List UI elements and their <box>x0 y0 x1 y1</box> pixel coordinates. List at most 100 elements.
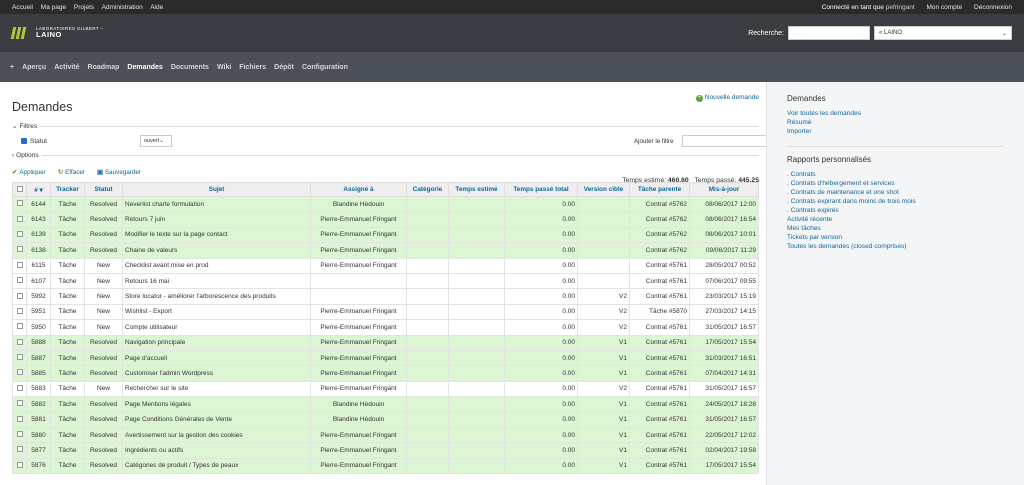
cell-checkbox[interactable] <box>12 257 27 274</box>
sidebar-report-link-3[interactable]: . Contrats expirant dans moins de trois … <box>787 197 1004 206</box>
table-row[interactable]: 5882 Tâche Resolved Page Mentions légales Bl… <box>12 396 759 413</box>
cell-parent[interactable]: Contrat #5761 <box>629 257 690 274</box>
cell-checkbox[interactable] <box>12 442 27 459</box>
cell-parent[interactable]: Contrat #5761 <box>629 319 690 336</box>
sidebar-report-link-8[interactable]: Toutes les demandes (closed comprises) <box>787 242 1004 251</box>
cell-subject[interactable]: Page Conditions Générales de Vente <box>122 411 311 428</box>
row-checkbox[interactable] <box>16 246 23 253</box>
cell-assignee[interactable]: Pierre-Emmanuel Fringant <box>310 349 407 367</box>
table-row[interactable]: 5950 Tâche New Compte utilisateur Pierre-Emm… <box>12 319 759 336</box>
top-link-projects[interactable]: Projets <box>74 4 94 11</box>
cell-subject[interactable]: Rechercher sur le site <box>122 380 311 398</box>
cell-id[interactable]: 5880 <box>26 426 51 444</box>
cell-subject[interactable]: Avertissement sur la gestion des cookies <box>122 426 311 444</box>
cell-parent[interactable]: Contrat #5761 <box>629 272 690 290</box>
cell-assignee[interactable]: Pierre-Emmanuel Fringant <box>310 303 407 321</box>
cell-parent[interactable]: Contrat #5761 <box>629 365 690 382</box>
menu-new-object[interactable]: + <box>10 64 14 71</box>
table-row[interactable]: 5888 Tâche Resolved Navigation principale Pi… <box>12 334 759 351</box>
col-updated[interactable]: Mis-à-jour <box>689 182 759 197</box>
cell-assignee[interactable]: Pierre-Emmanuel Fringant <box>310 242 407 259</box>
cell-id[interactable]: 5877 <box>26 442 51 459</box>
table-row[interactable]: 6107 Tâche New Retours 16 mai 0.00 Contrat #5… <box>12 272 759 290</box>
tab-issues[interactable]: Demandes <box>127 64 162 71</box>
cell-id[interactable]: 5882 <box>26 396 51 413</box>
cell-subject[interactable]: Neverlist charte formulation <box>122 195 311 213</box>
col-estimated[interactable]: Temps estimé <box>448 182 505 197</box>
table-row[interactable]: 5951 Tâche New Wishlist - Export Pierre-Emma… <box>12 303 759 321</box>
clear-button[interactable]: ↻ Effacer <box>58 169 91 176</box>
cell-id[interactable]: 6107 <box>26 272 51 290</box>
cell-parent[interactable]: Contrat #5762 <box>629 211 690 228</box>
cell-parent[interactable]: Contrat #5762 <box>629 226 690 244</box>
row-checkbox[interactable] <box>16 461 23 468</box>
cell-id[interactable]: 6144 <box>26 195 51 213</box>
row-checkbox[interactable] <box>16 400 23 407</box>
cell-assignee[interactable]: Pierre-Emmanuel Fringant <box>310 211 407 228</box>
cell-assignee[interactable]: Blandine Hédouin <box>310 411 407 428</box>
cell-checkbox[interactable] <box>12 303 27 321</box>
table-row[interactable]: 5883 Tâche New Rechercher sur le site Pierre… <box>12 380 759 398</box>
cell-parent[interactable]: Tâche #5870 <box>629 303 690 321</box>
cell-parent[interactable]: Contrat #5761 <box>629 380 690 398</box>
col-tracker[interactable]: Tracker <box>50 182 85 197</box>
tab-files[interactable]: Fichiers <box>239 64 266 71</box>
cell-parent[interactable]: Contrat #5761 <box>629 442 690 459</box>
cell-id[interactable]: 6139 <box>26 226 51 244</box>
options-legend[interactable]: › Options <box>12 152 759 159</box>
cell-id[interactable]: 5951 <box>26 303 51 321</box>
cell-parent[interactable]: Contrat #5761 <box>629 457 690 475</box>
table-row[interactable]: 5887 Tâche Resolved Page d'accueil Pierre-Em… <box>12 349 759 367</box>
cell-checkbox[interactable] <box>12 272 27 290</box>
logged-user[interactable]: pefringant <box>886 4 915 11</box>
top-link-home[interactable]: Accueil <box>12 4 33 11</box>
table-row[interactable]: 6144 Tâche Resolved Neverlist charte formul… <box>12 195 759 213</box>
col-category[interactable]: Catégorie <box>406 182 449 197</box>
table-row[interactable]: 6143 Tâche Resolved Retours 7 juin Pierre-Em… <box>12 211 759 228</box>
cell-checkbox[interactable] <box>12 211 27 228</box>
row-checkbox[interactable] <box>16 277 23 284</box>
sidebar-report-link-1[interactable]: . Contrats d'hébergement et services <box>787 179 1004 188</box>
cell-id[interactable]: 5885 <box>26 365 51 382</box>
table-row[interactable]: 6115 Tâche New Checklist avant mise en prod… <box>12 257 759 274</box>
cell-checkbox[interactable] <box>12 242 27 259</box>
cell-assignee[interactable]: Pierre-Emmanuel Fringant <box>310 457 407 475</box>
cell-assignee[interactable]: Pierre-Emmanuel Fringant <box>310 257 407 274</box>
cell-id[interactable]: 5887 <box>26 349 51 367</box>
cell-assignee[interactable]: Pierre-Emmanuel Fringant <box>310 380 407 398</box>
cell-id[interactable]: 5883 <box>26 380 51 398</box>
cell-subject[interactable]: Page d'accueil <box>122 349 311 367</box>
cell-checkbox[interactable] <box>12 426 27 444</box>
col-assignee[interactable]: Assigné à <box>310 182 407 197</box>
project-jump-select[interactable]: « LAINO ⌄ <box>874 26 1012 40</box>
cell-subject[interactable]: Chaine de valeurs <box>122 242 311 259</box>
cell-parent[interactable]: Contrat #5762 <box>629 195 690 213</box>
sidebar-issues-link-2[interactable]: Importer <box>787 127 1004 136</box>
table-row[interactable]: 5880 Tâche Resolved Avertissement sur la ge… <box>12 426 759 444</box>
save-button[interactable]: ▣ Sauvegarder <box>97 169 147 176</box>
cell-id[interactable]: 6143 <box>26 211 51 228</box>
row-checkbox[interactable] <box>16 230 23 237</box>
row-checkbox[interactable] <box>16 415 23 422</box>
cell-subject[interactable]: Compte utilisateur <box>122 319 311 336</box>
table-row[interactable]: 5877 Tâche Resolved Ingrédients ou actifs Pi… <box>12 442 759 459</box>
row-checkbox[interactable] <box>16 307 23 314</box>
col-status[interactable]: Statut <box>84 182 123 197</box>
cell-parent[interactable]: Contrat #5761 <box>629 288 690 305</box>
table-row[interactable]: 5876 Tâche Resolved Catégories de produit /… <box>12 457 759 475</box>
sidebar-report-link-4[interactable]: . Contrats expirés <box>787 206 1004 215</box>
cell-subject[interactable]: Page Mentions légales <box>122 396 311 413</box>
my-account-link[interactable]: Mon compte <box>926 4 962 11</box>
sidebar-report-link-5[interactable]: Activité récente <box>787 215 1004 224</box>
cell-assignee[interactable]: Pierre-Emmanuel Fringant <box>310 226 407 244</box>
filters-legend[interactable]: ⌄ Filtres <box>12 122 759 130</box>
sidebar-report-link-6[interactable]: Mes tâches <box>787 224 1004 233</box>
cell-subject[interactable]: Checklist avant mise en prod <box>122 257 311 274</box>
cell-assignee[interactable]: Pierre-Emmanuel Fringant <box>310 365 407 382</box>
tab-roadmap[interactable]: Roadmap <box>88 64 120 71</box>
cell-id[interactable]: 5876 <box>26 457 51 475</box>
cell-checkbox[interactable] <box>12 380 27 398</box>
row-checkbox[interactable] <box>16 261 23 268</box>
sidebar-issues-link-1[interactable]: Résumé <box>787 118 1004 127</box>
col-spent-total[interactable]: Temps passé total <box>504 182 578 197</box>
